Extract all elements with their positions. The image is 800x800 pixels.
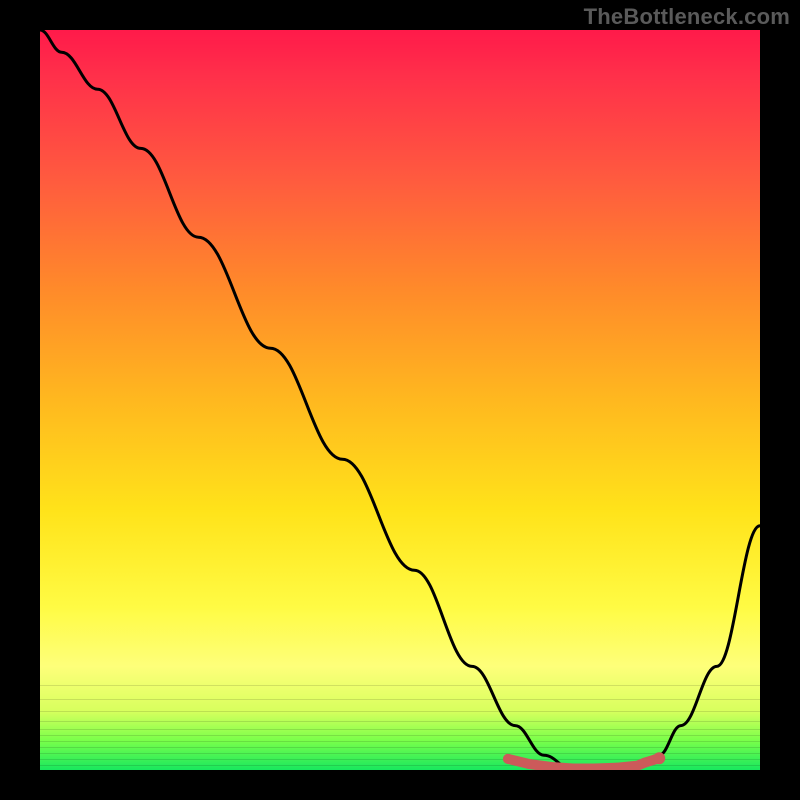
chart-stage: TheBottleneck.com — [0, 0, 800, 800]
watermark-text: TheBottleneck.com — [584, 4, 790, 30]
curve-svg — [40, 30, 760, 770]
plot-area — [40, 30, 760, 770]
bottleneck-curve — [40, 30, 760, 770]
